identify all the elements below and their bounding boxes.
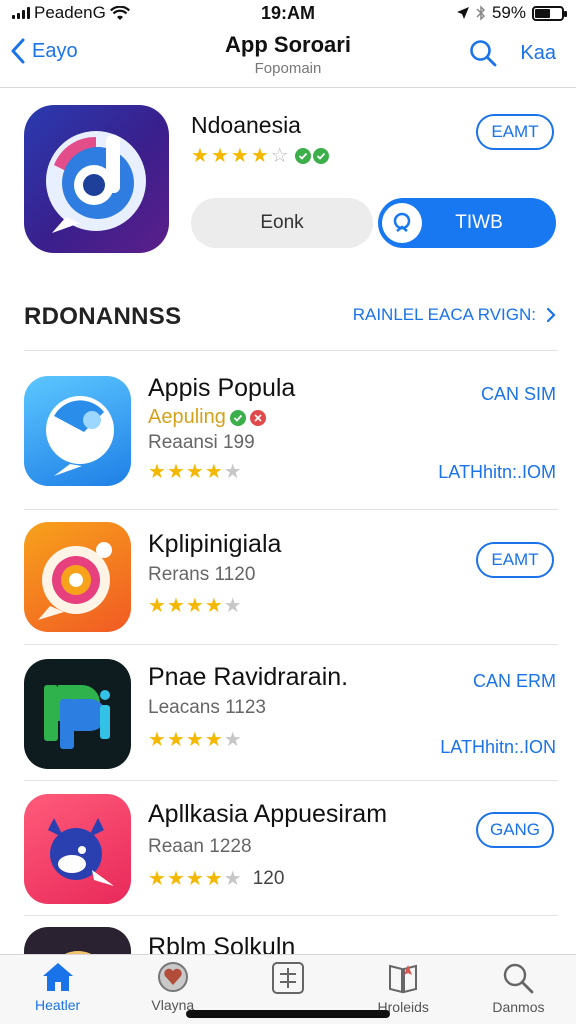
- search-icon: [504, 963, 534, 994]
- search-icon: [470, 40, 497, 67]
- app-subtitle-label: Aepuling: [148, 406, 226, 428]
- section-title: RDONANNSS: [24, 303, 182, 330]
- star-icon: ★: [166, 868, 185, 890]
- app-icon: [24, 794, 131, 904]
- app-title: Kplipinigiala: [148, 530, 282, 558]
- play-icon: [382, 203, 422, 243]
- list-item[interactable]: Apllkasia Appuesiram Reaan 1228 ★ ★ ★ ★ ★ 12…: [0, 780, 576, 914]
- star-icon: ★: [148, 595, 166, 617]
- star-icon: ★: [223, 461, 242, 483]
- app-secondary-link[interactable]: LATHhitn:.ION: [440, 737, 556, 758]
- chevron-right-icon: [546, 307, 556, 323]
- star-icon: ★: [223, 868, 242, 890]
- list-item[interactable]: Kplipinigiala Rerans 1120 ★ ★ ★ ★ ★ EAMT: [0, 508, 576, 642]
- app-secondary-link[interactable]: LATHhitn:.IOM: [438, 462, 556, 483]
- app-icon: [24, 376, 131, 486]
- check-badge-icon: [294, 148, 311, 164]
- search-button[interactable]: [468, 38, 498, 73]
- bluetooth-icon: [476, 5, 486, 21]
- see-all-label: RAINLEL EACA RVIGN:: [352, 305, 536, 324]
- wifi-icon: [109, 5, 130, 20]
- check-badge-icon: [229, 409, 246, 426]
- status-time: 19:AM: [260, 2, 315, 23]
- home-icon: [42, 963, 73, 991]
- star-icon: ★: [204, 868, 223, 890]
- star-icon: ★: [210, 145, 229, 167]
- star-icon: ★: [204, 595, 223, 617]
- navigation-bar: Eayo App Soroari Fopomain Kaa: [0, 26, 576, 88]
- star-icon: ★: [230, 145, 249, 167]
- app-action-link[interactable]: CAN ERM: [473, 671, 556, 692]
- carrier-label: PeadenG: [34, 3, 106, 22]
- tab-search[interactable]: Danmos: [461, 955, 576, 1024]
- divider: [24, 350, 558, 351]
- app-subtitle: Aepuling: [148, 406, 266, 429]
- tab-label: Heatler: [35, 997, 81, 1013]
- star-icon: ★: [204, 461, 223, 483]
- app-get-button[interactable]: EAMT: [476, 542, 554, 578]
- book-icon: [389, 964, 418, 994]
- star-icon: ★: [166, 729, 185, 751]
- featured-app-icon[interactable]: [24, 105, 169, 253]
- app-title: Pnae Ravidrarain.: [148, 663, 349, 691]
- nav-right-button[interactable]: Kaa: [520, 42, 556, 65]
- tools-badge-icon: [249, 409, 266, 426]
- star-icon: ★: [191, 145, 209, 167]
- star-icon: ★: [223, 729, 242, 751]
- grid-icon: [272, 962, 304, 994]
- app-rating: ★ ★ ★ ★ ★: [148, 462, 242, 482]
- star-icon: ★: [185, 461, 204, 483]
- star-icon: ★: [250, 145, 269, 167]
- star-outline-icon: ☆: [270, 145, 289, 167]
- featured-app: Ndoanesia ★ ★ ★ ★ ☆ EAMT Eonk TIWB: [0, 90, 576, 270]
- app-meta: Reaansi 199: [148, 432, 255, 453]
- star-icon: ★: [166, 595, 185, 617]
- battery-percent: 59%: [491, 3, 526, 22]
- location-icon: [456, 7, 469, 19]
- rating-count: 120: [252, 868, 285, 889]
- star-icon: ★: [148, 461, 166, 483]
- star-icon: ★: [223, 595, 242, 617]
- app-icon: [24, 522, 131, 632]
- star-icon: ★: [185, 868, 204, 890]
- star-icon: ★: [185, 595, 204, 617]
- app-title: Appis Popula: [148, 374, 296, 402]
- home-indicator: [186, 1010, 390, 1018]
- featured-rating: ★ ★ ★ ★ ☆: [191, 146, 329, 166]
- app-rating: ★ ★ ★ ★ ★ 120: [148, 868, 284, 890]
- featured-get-button[interactable]: EAMT: [476, 114, 554, 150]
- primary-action-label: TIWB: [455, 212, 503, 233]
- star-icon: ★: [148, 868, 166, 890]
- list-item[interactable]: Pnae Ravidrarain. Leacans 1123 ★ ★ ★ ★ ★ CAN…: [0, 645, 576, 779]
- app-meta: Reaan 1228: [148, 836, 252, 857]
- heart-badge-icon: [157, 962, 188, 992]
- app-meta: Leacans 1123: [148, 697, 266, 718]
- tab-home[interactable]: Heatler: [0, 955, 115, 1024]
- primary-action-button[interactable]: TIWB: [378, 198, 556, 248]
- app-rating: ★ ★ ★ ★ ★: [148, 596, 242, 616]
- status-bar: PeadenG 19:AM 59%: [0, 0, 576, 26]
- check-badge-icon: [312, 148, 329, 164]
- cellular-signal-icon: [12, 7, 30, 19]
- app-meta: Rerans 1120: [148, 564, 256, 585]
- app-rating: ★ ★ ★ ★ ★: [148, 730, 242, 750]
- star-icon: ★: [185, 729, 204, 751]
- star-icon: ★: [166, 461, 185, 483]
- app-title: Apllkasia Appuesiram: [148, 800, 388, 828]
- featured-app-name: Ndoanesia: [191, 112, 301, 138]
- list-item[interactable]: Appis Popula Aepuling Reaansi 199 ★ ★ ★ ★ ★ …: [0, 362, 576, 496]
- tab-label: Danmos: [492, 999, 545, 1015]
- app-icon: [24, 659, 131, 769]
- app-action-link[interactable]: CAN SIM: [481, 384, 556, 405]
- star-icon: ★: [204, 729, 223, 751]
- app-get-button[interactable]: GANG: [476, 812, 554, 848]
- secondary-action-button[interactable]: Eonk: [191, 198, 373, 248]
- section-header: RDONANNSS RAINLEL EACA RVIGN:: [0, 295, 576, 337]
- see-all-link[interactable]: RAINLEL EACA RVIGN:: [353, 305, 556, 325]
- battery-icon: [532, 5, 567, 21]
- star-icon: ★: [148, 729, 166, 751]
